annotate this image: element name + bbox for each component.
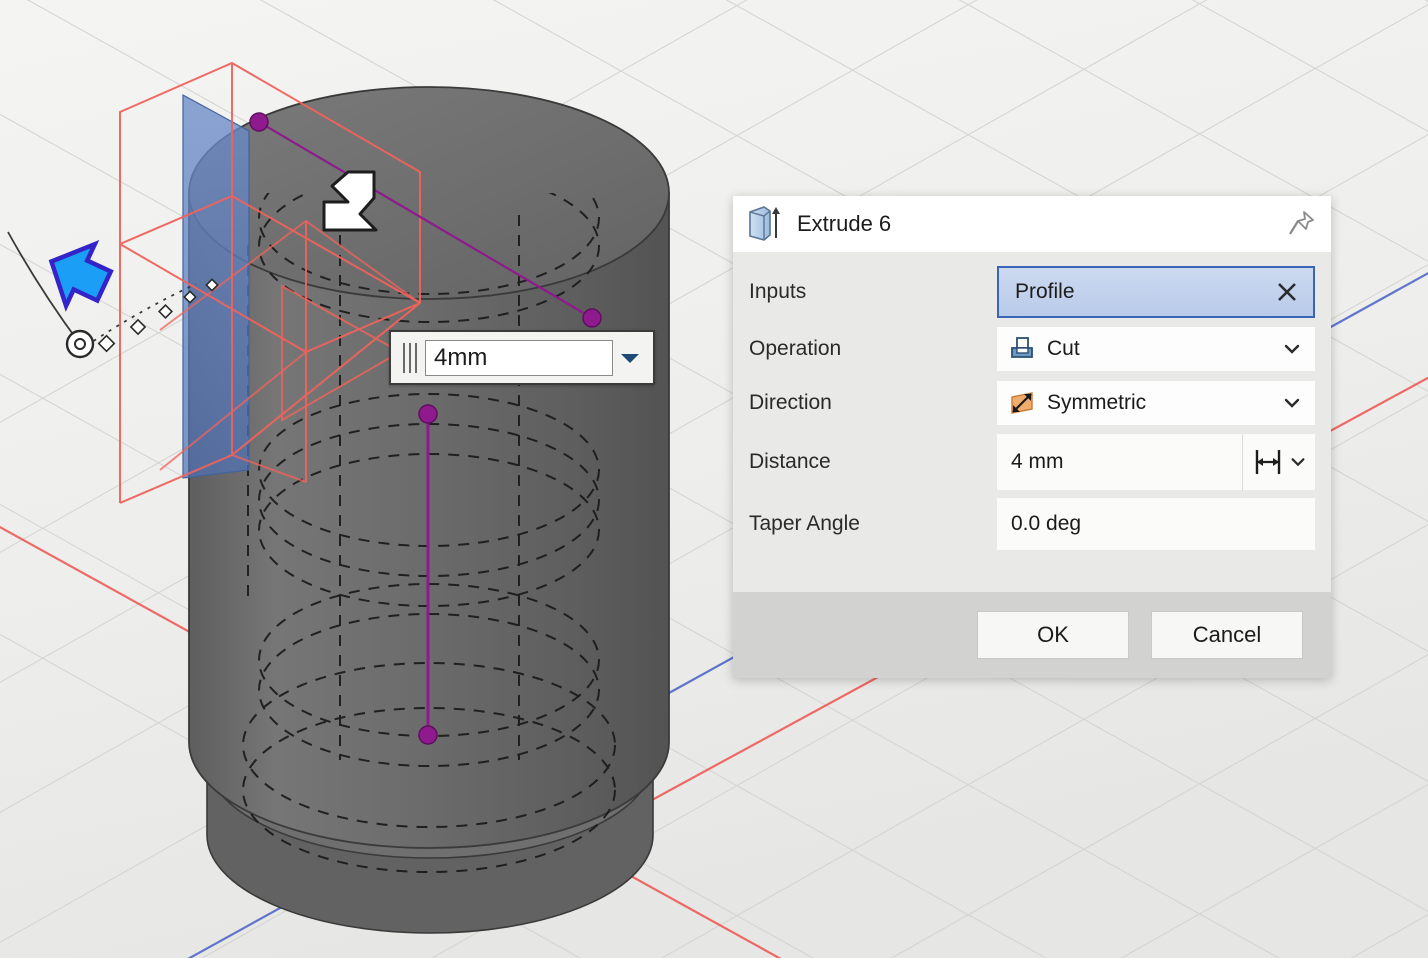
- operation-value-text: Cut: [1047, 337, 1080, 360]
- row-distance: Distance 4 mm: [749, 434, 1315, 490]
- inline-distance-input[interactable]: 4mm: [389, 330, 655, 385]
- distance-valuebox[interactable]: 4 mm: [997, 434, 1315, 490]
- distance-field-text[interactable]: 4 mm: [997, 434, 1242, 490]
- symmetric-direction-icon: [1007, 388, 1037, 418]
- pushpin-icon[interactable]: [1283, 206, 1319, 242]
- taper-angle-field[interactable]: 0.0 deg: [997, 498, 1315, 550]
- row-taper-angle: Taper Angle 0.0 deg: [749, 498, 1315, 550]
- distance-value-text: 4mm: [434, 343, 488, 371]
- taper-angle-text: 0.0 deg: [1011, 512, 1082, 535]
- label-direction: Direction: [749, 391, 832, 414]
- measure-distance-icon[interactable]: [1242, 434, 1315, 490]
- dialog-titlebar[interactable]: Extrude 6: [733, 196, 1331, 252]
- dialog-footer: OK Cancel: [733, 592, 1331, 678]
- distance-value-field[interactable]: 4mm: [425, 339, 613, 376]
- label-taper-angle: Taper Angle: [749, 512, 860, 535]
- drag-grip-icon[interactable]: [399, 341, 421, 375]
- dialog-title: Extrude 6: [797, 211, 892, 236]
- profile-point-top-right[interactable]: [582, 308, 602, 328]
- chevron-down-icon[interactable]: [1279, 336, 1305, 362]
- profile-point-top-left[interactable]: [249, 112, 269, 132]
- label-inputs: Inputs: [749, 280, 807, 303]
- label-operation: Operation: [749, 337, 842, 360]
- row-inputs: Inputs Profile: [749, 266, 1315, 318]
- cancel-button[interactable]: Cancel: [1151, 611, 1303, 659]
- extrude-icon: [747, 205, 781, 243]
- chevron-down-icon[interactable]: [1279, 390, 1305, 416]
- caret-down-icon[interactable]: [613, 340, 647, 376]
- rotate-handle-center: [74, 338, 86, 350]
- ok-button[interactable]: OK: [977, 611, 1129, 659]
- chevron-down-icon: [1291, 458, 1304, 467]
- label-distance: Distance: [749, 450, 831, 473]
- dialog-body: Inputs Profile Operation Cut Direction S…: [733, 252, 1331, 592]
- row-direction: Direction Symmetric: [749, 380, 1315, 426]
- axis-point-upper[interactable]: [418, 404, 438, 424]
- profile-selection-text: Profile: [1015, 280, 1075, 303]
- close-x-icon[interactable]: [1273, 278, 1301, 306]
- row-operation: Operation Cut: [749, 326, 1315, 372]
- profile-selection-chip[interactable]: Profile: [997, 266, 1315, 318]
- cut-operation-icon: [1007, 334, 1037, 364]
- direction-value-text: Symmetric: [1047, 391, 1147, 414]
- extrude-dialog[interactable]: Extrude 6 Inputs Profile Operation Cut D…: [733, 196, 1331, 678]
- direction-combobox[interactable]: Symmetric: [997, 381, 1315, 425]
- operation-combobox[interactable]: Cut: [997, 327, 1315, 371]
- axis-point-lower[interactable]: [418, 725, 438, 745]
- cad-application-window: 4mm Extrude 6 Inputs Profile Operation C…: [0, 0, 1428, 958]
